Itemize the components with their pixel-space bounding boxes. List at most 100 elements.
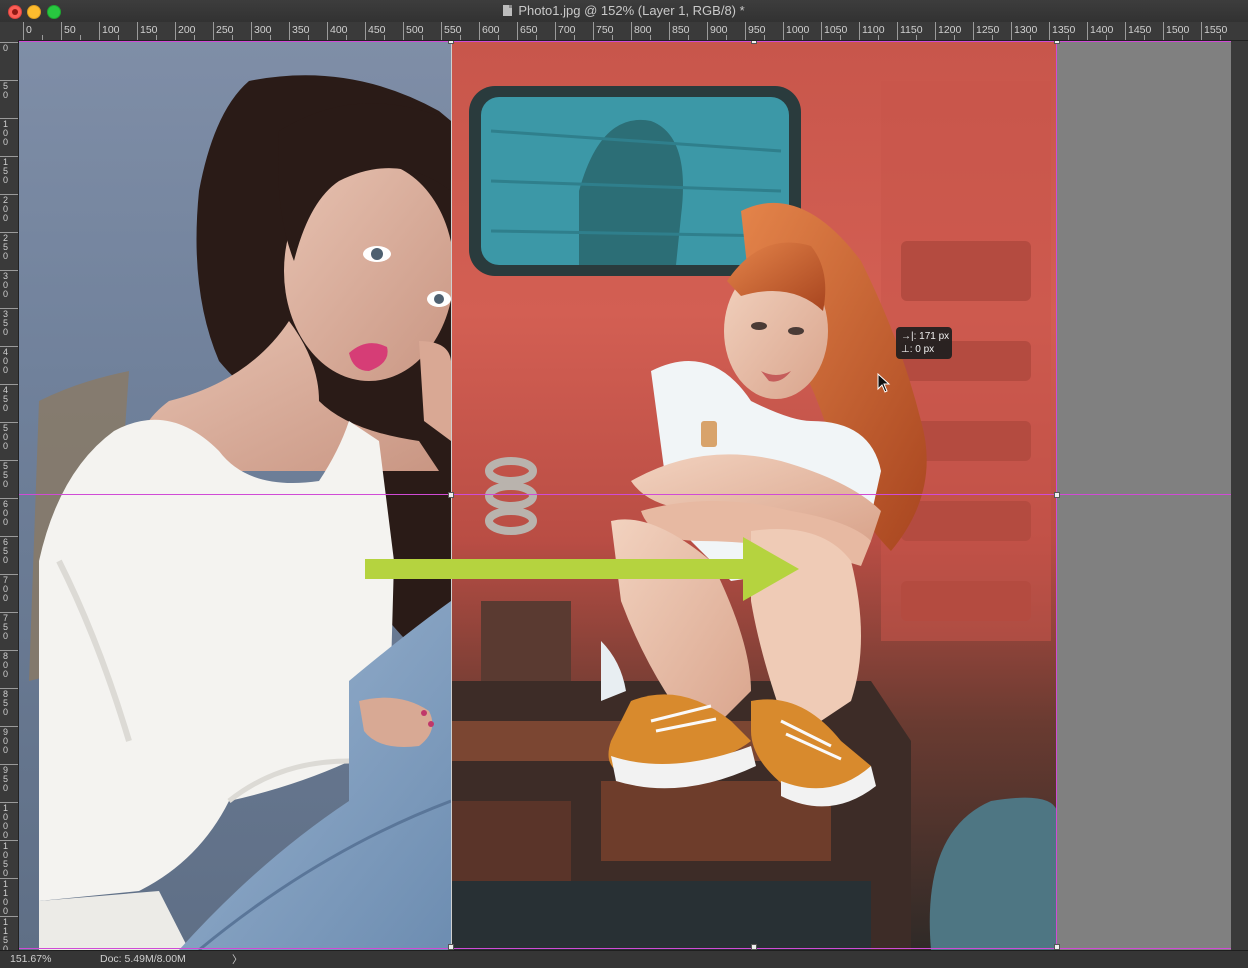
photo-right-illustration	[451, 81, 1057, 950]
ruler-major-tick	[441, 22, 442, 40]
ruler-left-label: 1150	[3, 917, 9, 954]
ruler-left-label: 1000	[3, 803, 9, 840]
ruler-major-tick	[327, 22, 328, 40]
ruler-left-label: 500	[3, 423, 9, 451]
ruler-major-tick	[1163, 22, 1164, 40]
ruler-top-label: 350	[292, 24, 310, 36]
horizontal-ruler[interactable]: 0 50 100 150 200 250 300 350 400 450 500 550 600 650 7…	[18, 22, 1248, 41]
ruler-left-label: 600	[3, 499, 9, 527]
ruler-major-tick	[61, 22, 62, 40]
ruler-top-label: 1450	[1128, 24, 1152, 36]
ruler-left-label: 400	[3, 347, 9, 375]
transform-handle-middle-right[interactable]	[1054, 492, 1060, 498]
ruler-major-tick	[593, 22, 594, 40]
ruler-major-tick	[251, 22, 252, 40]
arrow-cursor-icon	[877, 373, 891, 393]
ruler-left-label: 850	[3, 689, 9, 717]
move-offset-tooltip: →|: 171 px ⊥: 0 px	[896, 327, 952, 359]
ruler-left-label: 250	[3, 233, 9, 261]
photo-left-illustration	[29, 75, 451, 950]
ruler-origin[interactable]	[0, 22, 19, 41]
transform-handle-top-center[interactable]	[751, 41, 757, 44]
ruler-minor-tick	[42, 35, 43, 40]
ruler-major-tick	[23, 22, 24, 40]
ruler-left-label: 0	[3, 43, 9, 53]
ruler-top-label: 1200	[938, 24, 962, 36]
guide-horizontal-middle[interactable]	[19, 494, 1231, 495]
status-menu-chevron-icon[interactable]: 〉	[232, 952, 243, 967]
ruler-top-label: 1300	[1014, 24, 1038, 36]
ruler-top-label: 550	[444, 24, 462, 36]
right-arrow-icon	[365, 537, 799, 601]
ruler-top-label: 1400	[1090, 24, 1114, 36]
ruler-top-label: 500	[406, 24, 424, 36]
ruler-left-label: 1100	[3, 879, 9, 916]
ruler-left-label: 550	[3, 461, 9, 489]
ruler-top-label: 1350	[1052, 24, 1076, 36]
transform-handle-middle-left[interactable]	[448, 492, 454, 498]
ruler-top-label: 1100	[862, 24, 885, 36]
photo-right-woman-on-truck[interactable]	[451, 41, 1057, 950]
title-bar: Photo1.jpg @ 152% (Layer 1, RGB/8) *	[0, 0, 1248, 23]
ruler-major-tick	[517, 22, 518, 40]
ruler-top-label: 0	[26, 24, 32, 36]
ruler-major-tick	[859, 22, 860, 40]
ruler-top-label: 1000	[786, 24, 810, 36]
ruler-left-label: 50	[3, 81, 9, 100]
transform-handle-top-left[interactable]	[448, 41, 454, 44]
ruler-major-tick	[821, 22, 822, 40]
ruler-major-tick	[99, 22, 100, 40]
ruler-major-tick	[707, 22, 708, 40]
vertical-ruler[interactable]: 0 50 100 150 200 250 300 350 400 450 500 550 600 650 7…	[0, 40, 19, 954]
ruler-top-label: 750	[596, 24, 614, 36]
ruler-major-tick	[1125, 22, 1126, 40]
document-icon	[503, 5, 513, 16]
ruler-major-tick	[897, 22, 898, 40]
ruler-major-tick	[1049, 22, 1050, 40]
zoom-level[interactable]: 151.67%	[10, 953, 51, 965]
ruler-top-label: 600	[482, 24, 500, 36]
guide-bottom[interactable]	[19, 948, 1231, 949]
document-size[interactable]: Doc: 5.49M/8.00M	[100, 953, 186, 965]
ruler-left-label: 800	[3, 651, 9, 679]
window-title-wrap: Photo1.jpg @ 152% (Layer 1, RGB/8) *	[0, 0, 1248, 22]
ruler-left-label: 1050	[3, 841, 9, 878]
ruler-left-label: 200	[3, 195, 9, 223]
offset-y-readout: ⊥: 0 px	[901, 344, 935, 355]
ruler-major-tick	[403, 22, 404, 40]
canvas-area[interactable]	[19, 41, 1248, 950]
ruler-top-label: 900	[710, 24, 728, 36]
ruler-top-label: 450	[368, 24, 386, 36]
ruler-major-tick	[669, 22, 670, 40]
transform-handle-top-right[interactable]	[1054, 41, 1060, 44]
ruler-major-tick	[289, 22, 290, 40]
ruler-major-tick	[365, 22, 366, 40]
photo-left-woman-white-top[interactable]	[19, 41, 451, 950]
offset-x-readout: →|: 171 px	[901, 331, 950, 342]
ruler-left-label: 950	[3, 765, 9, 793]
ruler-top-label: 1150	[900, 24, 923, 36]
ruler-top-label: 300	[254, 24, 272, 36]
ruler-major-tick	[1087, 22, 1088, 40]
ruler-top-label: 700	[558, 24, 576, 36]
ruler-top-label: 150	[140, 24, 158, 36]
ruler-major-tick	[745, 22, 746, 40]
ruler-top-label: 400	[330, 24, 348, 36]
ruler-top-label: 650	[520, 24, 538, 36]
ruler-major-tick	[175, 22, 176, 40]
ruler-left-label: 700	[3, 575, 9, 603]
pasteboard	[1057, 41, 1231, 950]
ruler-minor-tick	[80, 35, 81, 40]
ruler-top-label: 1550	[1204, 24, 1228, 36]
ruler-major-tick	[1011, 22, 1012, 40]
ruler-left-label: 900	[3, 727, 9, 755]
status-bar: 151.67% Doc: 5.49M/8.00M 〉	[0, 950, 1248, 968]
ruler-major-tick	[213, 22, 214, 40]
ruler-major-tick	[555, 22, 556, 40]
ruler-top-label: 1500	[1166, 24, 1190, 36]
right-scroll-gutter[interactable]	[1231, 41, 1248, 950]
ruler-major-tick	[631, 22, 632, 40]
ruler-top-label: 1050	[824, 24, 848, 36]
guide-top[interactable]	[19, 41, 1231, 42]
ruler-top-label: 950	[748, 24, 766, 36]
